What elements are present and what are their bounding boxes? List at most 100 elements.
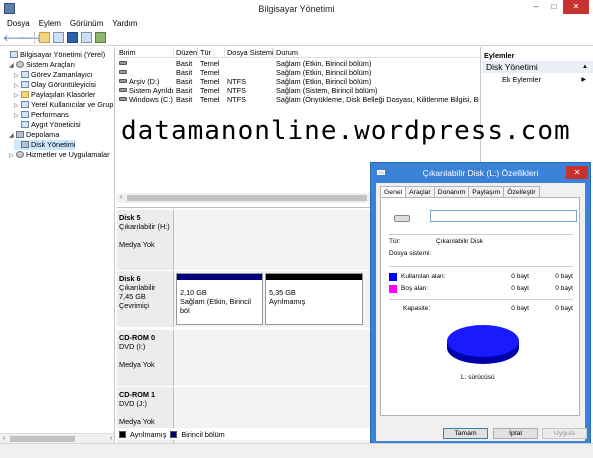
menu-yardim[interactable]: Yardım <box>112 18 137 30</box>
divider <box>389 266 573 267</box>
cell-birim: Windows (C:) <box>117 95 174 104</box>
toolbar: 🡐 🡒 <box>0 30 593 46</box>
volume-row[interactable]: Basit Temel Sağlam (Etkin, Birincil bölüm) <box>117 68 479 77</box>
used-space-bytes: 0 bayt <box>511 273 529 280</box>
scroll-left-icon[interactable]: ‹ <box>0 434 8 443</box>
apply-button[interactable]: Uygula <box>542 428 587 439</box>
scroll-thumb[interactable] <box>10 436 75 442</box>
volume-list-header: Birim Düzen Tür Dosya Sistemi Durum <box>117 47 479 58</box>
up-folder-icon[interactable] <box>39 32 50 43</box>
column-header-durum[interactable]: Durum <box>274 47 479 58</box>
actions-title: Eylemler <box>484 51 515 60</box>
action-pane-icon[interactable] <box>81 32 92 43</box>
free-space-swatch <box>389 285 397 293</box>
volume-row[interactable]: Basit Temel Sağlam (Etkin, Birincil bölüm) <box>117 59 479 68</box>
cell-durum-text: Sağlam (Etkin, Birincil bölüm) <box>276 77 372 86</box>
type-label: Tür: <box>389 238 401 245</box>
back-arrow-icon[interactable]: 🡐 <box>3 32 27 44</box>
tree-item[interactable]: ▷ Olay Görüntüleyicisi <box>14 80 96 90</box>
tree-item[interactable]: ▷ Performans <box>14 110 69 120</box>
menu-gorunum[interactable]: Görünüm <box>70 18 103 30</box>
cell-duzen: Basit <box>174 95 198 104</box>
cell-dosya-sistemi-text: NTFS <box>227 77 247 86</box>
disk-label[interactable]: Disk 6 Çıkarılabilir 7,45 GB Çevrimiçi <box>117 271 174 327</box>
cancel-button[interactable]: İptal <box>493 428 538 439</box>
cell-tur: Temel <box>198 86 225 95</box>
volume-row[interactable]: Arşiv (D:) Basit Temel NTFS Sağlam (Etkin, B… <box>117 77 479 86</box>
folder-icon <box>21 91 29 98</box>
title-bar: Bilgisayar Yönetimi – □ ✕ <box>0 0 593 18</box>
column-header-duzen[interactable]: Düzen <box>174 47 198 58</box>
disk-label[interactable]: CD-ROM 0 DVD (I:) Medya Yok <box>117 330 174 386</box>
disk-status: Medya Yok <box>119 360 155 369</box>
partition-type-bar <box>177 274 262 280</box>
tree-item[interactable]: ◢ Sistem Araçları <box>9 60 75 70</box>
legend-label-unallocated: Ayrılmamış <box>130 429 167 439</box>
forward-arrow-icon[interactable]: 🡒 <box>18 32 42 44</box>
menu-eylem[interactable]: Eylem <box>39 18 61 30</box>
tree-item[interactable]: Aygıt Yöneticisi <box>14 120 81 130</box>
partition-status: Ayrılmamış <box>269 297 306 306</box>
legend-swatch-primary <box>170 430 178 438</box>
cell-durum: Sağlam (Önyükleme, Disk Belleği Dosyası,… <box>274 95 479 104</box>
help-icon[interactable] <box>67 32 78 43</box>
scroll-right-icon[interactable]: › <box>107 434 114 443</box>
tree-item[interactable]: Bilgisayar Yönetimi (Yerel) <box>3 50 105 60</box>
tree-item[interactable]: ◢ Depolama <box>9 130 59 140</box>
cell-durum: Sağlam (Etkin, Birincil bölüm) <box>274 59 479 68</box>
partition-status: Sağlam (Etkin, Birincil böl <box>180 297 251 315</box>
tree-item[interactable]: Disk Yönetimi <box>14 140 76 150</box>
column-header-tur[interactable]: Tür <box>198 47 225 58</box>
cell-birim-text: Windows (C:) <box>129 95 173 104</box>
more-actions-item[interactable]: Ek Eylemler ▶ <box>482 75 593 85</box>
close-button[interactable]: ✕ <box>563 0 589 14</box>
tree-item-label: Görev Zamanlayıcı <box>31 70 93 79</box>
status-bar <box>0 443 593 458</box>
tree-item[interactable]: ▷ Yerel Kullanıcılar ve Gruplar <box>14 100 114 110</box>
cell-dosya-sistemi <box>225 59 274 68</box>
free-space-bytes: 0 bayt <box>511 285 529 292</box>
collapse-caret-icon[interactable]: ▲ <box>582 61 588 73</box>
cell-tur: Temel <box>198 59 225 68</box>
properties-dialog: Çıkarılabilir Disk (L:) Özellikleri ✕ Ge… <box>370 162 591 445</box>
console-tree: Bilgisayar Yönetimi (Yerel) ◢ Sistem Araçl… <box>0 47 115 443</box>
dialog-body: Genel Araçlar Donanım Paylaşım Özelleşti… <box>376 183 587 441</box>
cell-tur: Temel <box>198 77 225 86</box>
cell-tur: Temel <box>198 95 225 104</box>
cell-dosya-sistemi-text: NTFS <box>227 95 247 104</box>
expand-icon[interactable]: ▷ <box>9 151 16 161</box>
ok-button[interactable]: Tamam <box>443 428 488 439</box>
used-space-swatch <box>389 273 397 281</box>
cell-dosya-sistemi: NTFS <box>225 77 274 86</box>
cell-durum: Sağlam (Etkin, Birincil bölüm) <box>274 77 479 86</box>
scroll-left-icon[interactable]: ‹ <box>117 193 125 203</box>
actions-section-disk-management[interactable]: Disk Yönetimi ▲ <box>482 61 593 73</box>
column-header-birim[interactable]: Birim <box>117 47 174 58</box>
disk-label[interactable]: Disk 5 Çıkarılabilir (H:) Medya Yok <box>117 210 174 270</box>
disk-name: Disk 5 <box>119 213 141 222</box>
tree-horizontal-scrollbar[interactable]: ‹ › <box>0 433 114 443</box>
volume-row[interactable]: Sistem Ayrıldı Basit Temel NTFS Sağlam (Sist… <box>117 86 479 95</box>
properties-icon[interactable] <box>95 32 106 43</box>
submenu-arrow-icon: ▶ <box>581 77 586 83</box>
window-controls: – □ ✕ <box>527 0 589 18</box>
scroll-thumb[interactable] <box>127 195 367 201</box>
column-header-dosya-sistemi[interactable]: Dosya Sistemi <box>225 47 274 58</box>
free-space-label: Boş alan: <box>401 285 429 292</box>
maximize-button[interactable]: □ <box>545 0 563 14</box>
tree-item[interactable]: ▷ Paylaşılan Klasörler <box>14 90 96 100</box>
console-tree-icon[interactable] <box>53 32 64 43</box>
volume-row[interactable]: Windows (C:) Basit Temel NTFS Sağlam (Önyükl… <box>117 95 479 104</box>
menu-dosya[interactable]: Dosya <box>7 18 30 30</box>
menu-bar: Dosya Eylem Görünüm Yardım <box>0 18 593 30</box>
cell-dosya-sistemi: NTFS <box>225 86 274 95</box>
minimize-button[interactable]: – <box>527 0 545 14</box>
volume-name-input[interactable] <box>430 210 577 222</box>
used-space-label: Kullanılan alan: <box>401 273 446 280</box>
used-space-short: 0 bayt <box>555 273 573 280</box>
tree-item[interactable]: ▷ Görev Zamanlayıcı <box>14 70 93 80</box>
partition-block[interactable]: 5,35 GB Ayrılmamış <box>265 273 363 325</box>
partition-block[interactable]: 2,10 GB Sağlam (Etkin, Birincil böl <box>176 273 263 325</box>
tree-item[interactable]: ▷ Hizmetler ve Uygulamalar <box>9 150 110 160</box>
dialog-close-button[interactable]: ✕ <box>566 166 588 179</box>
